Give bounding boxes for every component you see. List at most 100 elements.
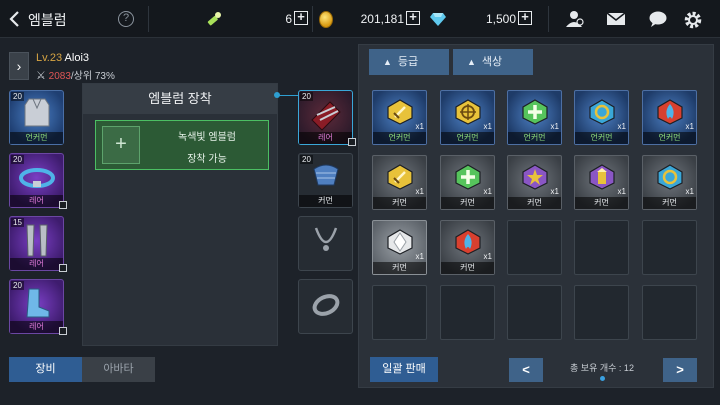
equip-slot-glove[interactable]: 20 커먼 — [298, 153, 353, 208]
ring-emblem-icon — [589, 99, 615, 125]
item-level: 20 — [11, 92, 24, 101]
item-quantity: x1 — [550, 187, 559, 196]
belt-icon — [19, 168, 55, 188]
divider — [312, 6, 313, 32]
add-gold-button[interactable]: + — [406, 10, 420, 25]
inventory-empty-slot — [642, 220, 697, 275]
emblem-panel-header: 엠블럼 장착 — [83, 84, 277, 114]
inventory-emblem-item[interactable]: x1 언커먼 — [642, 90, 697, 145]
item-grade: 레어 — [10, 258, 63, 270]
item-grade: 커먼 — [508, 197, 561, 209]
friends-icon[interactable] — [564, 10, 584, 28]
sort-color-button[interactable]: ▲ 색상 — [453, 49, 533, 75]
gem-count: 1,500 — [485, 12, 516, 26]
equip-slot-gauntlet[interactable]: 20 레어 — [298, 90, 356, 146]
inventory-emblem-item[interactable]: x1 언커먼 — [440, 90, 495, 145]
add-energy-button[interactable]: + — [294, 10, 308, 25]
add-gem-button[interactable]: + — [518, 10, 532, 25]
inventory-empty-slot — [507, 220, 562, 275]
tab-equipment[interactable]: 장비 — [9, 357, 82, 382]
equip-slot-armor[interactable]: 20 언커먼 — [9, 90, 64, 145]
equip-slot-ring[interactable] — [298, 279, 353, 334]
gauntlet-icon — [311, 101, 341, 131]
inventory-emblem-item[interactable]: x1 언커먼 — [372, 90, 427, 145]
sort-grade-button[interactable]: ▲ 등급 — [369, 49, 449, 75]
emblem-slot-type: 녹색빛 엠블럼 — [178, 132, 236, 143]
armor-vest-icon — [24, 98, 50, 127]
inventory-emblem-item[interactable]: x1 커먼 — [574, 155, 629, 210]
back-arrow-icon[interactable] — [8, 8, 22, 30]
diamond-icon — [430, 12, 446, 26]
add-emblem-icon[interactable]: + — [102, 126, 140, 164]
inventory-empty-slot — [574, 285, 629, 340]
emblem-slot-green[interactable]: + 녹색빛 엠블럼 장착 가능 — [95, 120, 269, 170]
equip-slot-necklace[interactable] — [298, 216, 353, 271]
item-grade: 언커먼 — [373, 132, 426, 144]
item-quantity: x1 — [685, 187, 694, 196]
flame-emblem-icon — [455, 229, 481, 255]
glove-icon — [313, 164, 339, 186]
sell-all-button[interactable]: 일괄 판매 — [370, 357, 438, 382]
inventory-emblem-item[interactable]: x1 커먼 — [642, 155, 697, 210]
inventory-emblem-item[interactable]: x1 커먼 — [372, 220, 427, 275]
energy-count: 6 — [285, 12, 292, 26]
rank-text: /상위 73% — [70, 71, 115, 82]
item-quantity: x1 — [483, 252, 492, 261]
inventory-emblem-item[interactable]: x1 커먼 — [440, 220, 495, 275]
inventory-emblem-item[interactable]: x1 커먼 — [507, 155, 562, 210]
item-quantity: x1 — [415, 122, 424, 131]
boots-icon — [26, 288, 50, 318]
flashlight-icon — [205, 10, 223, 28]
item-quantity: x1 — [415, 252, 424, 261]
power-value: 2083 — [48, 71, 71, 82]
inventory-emblem-item[interactable]: x1 언커먼 — [507, 90, 562, 145]
equip-slot-belt[interactable]: 20 레어 — [9, 153, 67, 209]
tab-avatar[interactable]: 아바타 — [82, 357, 155, 382]
slot-marker — [59, 327, 67, 335]
inventory-emblem-item[interactable]: x1 언커먼 — [574, 90, 629, 145]
settings-gear-icon[interactable] — [683, 10, 703, 29]
next-page-button[interactable]: > — [663, 358, 697, 382]
item-grade: 레어 — [10, 195, 63, 207]
divider — [148, 6, 149, 32]
inventory-empty-slot — [372, 285, 427, 340]
sort-color-label: 색상 — [481, 56, 503, 68]
triangle-up-icon: ▲ — [467, 57, 476, 67]
slot-marker — [348, 138, 356, 146]
item-grade: 언커먼 — [643, 132, 696, 144]
gold-count: 201,181 — [360, 12, 404, 26]
inventory-empty-slot — [440, 285, 495, 340]
item-grade: 언커먼 — [10, 132, 63, 144]
tower-emblem-icon — [589, 164, 615, 190]
ring-emblem-icon — [657, 164, 683, 190]
item-level: 20 — [11, 281, 24, 290]
sword-emblem-icon — [387, 164, 413, 190]
player-level: Lv.23 Aloi3 — [36, 52, 89, 64]
emblem-slot-status: 장착 가능 — [187, 154, 227, 165]
item-quantity: x1 — [415, 187, 424, 196]
item-quantity: x1 — [617, 122, 626, 131]
divider — [548, 6, 549, 32]
inventory-emblem-item[interactable]: x1 커먼 — [440, 155, 495, 210]
page-title: 엠블럼 — [28, 12, 67, 28]
chat-icon[interactable] — [648, 10, 668, 28]
cross-emblem-icon — [522, 99, 548, 125]
level-text: Lv.23 — [36, 52, 63, 64]
mail-icon[interactable] — [606, 10, 626, 28]
item-quantity: x1 — [483, 187, 492, 196]
sort-grade-label: 등급 — [397, 56, 419, 68]
top-bar: 엠블럼 ? 6 + 201,181 + 1,500 + — [0, 0, 720, 38]
item-grade: 커먼 — [299, 195, 352, 207]
equip-slot-boots[interactable]: 20 레어 — [9, 279, 67, 335]
item-grade: 언커먼 — [441, 132, 494, 144]
inventory-emblem-item[interactable]: x1 커먼 — [372, 155, 427, 210]
prev-page-button[interactable]: < — [509, 358, 543, 382]
item-grade: 커먼 — [441, 197, 494, 209]
inventory-empty-slot — [507, 285, 562, 340]
help-icon[interactable]: ? — [118, 11, 134, 27]
ring-icon — [312, 294, 340, 316]
expand-profile-button[interactable]: › — [9, 52, 29, 80]
item-grade: 커먼 — [643, 197, 696, 209]
equip-slot-legs[interactable]: 15 레어 — [9, 216, 67, 272]
crossed-swords-icon: ⚔ — [36, 70, 46, 82]
